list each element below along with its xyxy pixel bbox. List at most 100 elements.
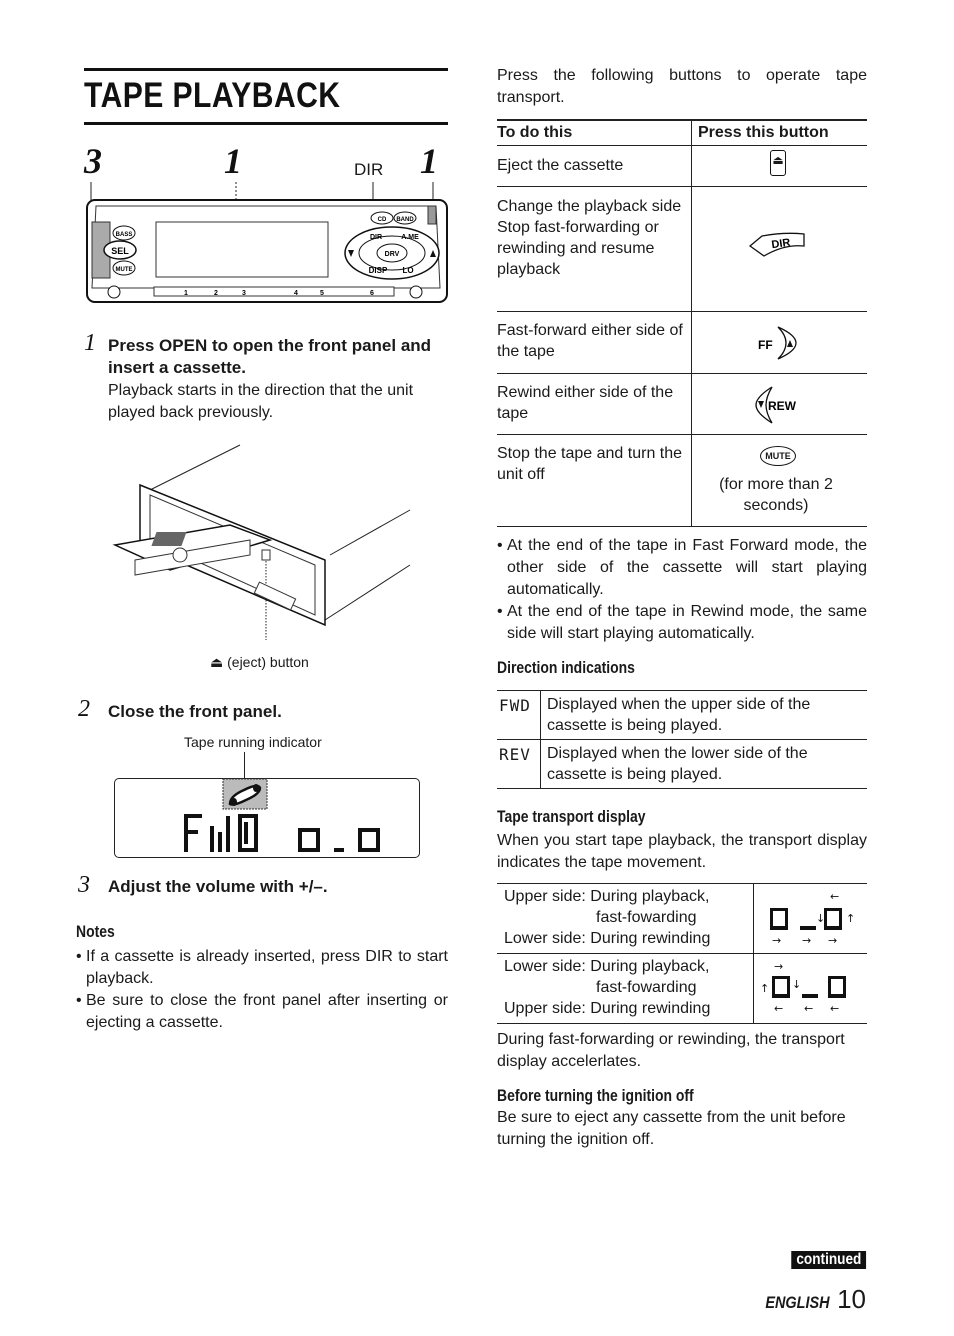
svg-text:BASS: BASS [116, 232, 133, 238]
side-label: Upper side: [504, 888, 586, 905]
svg-text:↓: ↓ [792, 978, 801, 991]
page-footer: ENGLISH 10 [754, 1284, 866, 1315]
title-rule-top [84, 68, 448, 71]
eject-icon: ⏏ [770, 150, 786, 176]
ignition-heading: Before turning the ignition off [497, 1086, 694, 1105]
mute-button-icon: MUTE [760, 446, 796, 466]
svg-text:→: → [772, 934, 781, 947]
rew-button-icon: REW [755, 386, 797, 424]
transport-intro: When you start tape playback, the transp… [497, 832, 867, 871]
op-row-mute-action: Stop the tape and turn the unit off [497, 445, 683, 483]
transport-reverse-icon: ← ← ← → ↑ ↓ [760, 960, 846, 1015]
svg-text:↑: ↑ [846, 912, 855, 925]
svg-text:FF: FF [758, 338, 773, 352]
svg-text:BAND: BAND [396, 217, 414, 223]
dir-button-icon: DIR [748, 232, 805, 257]
svg-text:5: 5 [320, 290, 324, 297]
svg-text:→: → [774, 960, 783, 973]
side-label: Lower side: [504, 930, 586, 947]
svg-text:↑: ↑ [760, 982, 769, 995]
direction-mid-rule [497, 739, 867, 740]
op-row-dir-action-2: Stop fast-forwarding or rewinding and re… [497, 219, 659, 278]
direction-bottom-rule [497, 788, 867, 789]
svg-text:A.ME: A.ME [401, 234, 419, 241]
direction-top-rule [497, 690, 867, 691]
note-item: If a cassette is already inserted, press… [76, 946, 448, 990]
front-panel-figure: 3 1 DIR 1 BASS SEL MUTE CD BAND DRV DIR [84, 140, 454, 310]
direction-code-fwd: FWD [499, 696, 531, 715]
notes-heading: Notes [76, 922, 115, 941]
svg-text:LO: LO [402, 266, 413, 275]
direction-heading: Direction indications [497, 658, 635, 677]
mode-label: During rewinding [590, 930, 711, 947]
transport-mid-rule [497, 953, 867, 954]
transport-heading: Tape transport display [497, 807, 646, 826]
page-title: TAPE PLAYBACK [84, 76, 341, 115]
title-rule-bottom [84, 122, 448, 125]
table-column-divider [691, 119, 692, 527]
svg-text:←: ← [804, 1002, 813, 1015]
svg-text:4: 4 [294, 290, 298, 297]
indicator-leader [244, 752, 245, 778]
svg-text:SEL: SEL [111, 246, 129, 256]
lcd-display-figure [114, 752, 420, 858]
side-label: Lower side: [504, 958, 586, 975]
table-header-rule [497, 145, 867, 146]
lcd-fwd-text [184, 814, 380, 852]
direction-desc-fwd: Displayed when the upper side of the cas… [547, 696, 811, 734]
row-rule [497, 311, 867, 312]
svg-text:↓: ↓ [816, 912, 825, 925]
transport-row-lower: Lower side: During playback, fast-foward… [504, 956, 749, 1019]
step-1-body: Playback starts in the direction that th… [108, 382, 414, 421]
transport-bottom-rule [497, 1023, 867, 1024]
continued-badge: continued [790, 1251, 866, 1269]
step-2-number: 2 [78, 696, 90, 722]
table-header-action: To do this [497, 124, 573, 141]
end-note-item: At the end of the tape in Rewind mode, t… [497, 601, 867, 645]
direction-code-rev: REV [499, 745, 531, 764]
mute-hold-note: (for more than 2 seconds) [719, 476, 833, 514]
side-label: Upper side: [504, 1000, 586, 1017]
svg-text:2: 2 [214, 290, 218, 297]
row-rule [497, 434, 867, 435]
op-row-dir-action: Change the playback side Stop fast-forwa… [497, 196, 687, 280]
notes-list: If a cassette is already inserted, press… [76, 946, 448, 1034]
direction-desc-rev: Displayed when the lower side of the cas… [547, 745, 808, 783]
svg-text:←: ← [774, 1002, 783, 1015]
tape-running-indicator-label: Tape running indicator [184, 734, 322, 750]
row-rule [497, 373, 867, 374]
svg-text:REW: REW [768, 399, 797, 413]
operations-intro: Press the following buttons to operate t… [497, 67, 867, 106]
mode-label-cont: fast-fowarding [596, 979, 697, 996]
table-header-button: Press this button [698, 124, 829, 141]
tape-running-indicator-icon [222, 778, 268, 810]
ignition-body: Be sure to eject any cassette from the u… [497, 1109, 846, 1148]
svg-text:1: 1 [184, 290, 188, 297]
svg-text:←: ← [830, 1002, 839, 1015]
op-row-dir-action-1: Change the playback side [497, 198, 682, 215]
op-row-rew-action: Rewind either side of the tape [497, 384, 674, 422]
transport-footer: During fast-forwarding or rewinding, the… [497, 1031, 845, 1070]
svg-text:→: → [828, 934, 837, 947]
front-panel-drawing: BASS SEL MUTE CD BAND DRV DIR A.ME DISP … [86, 182, 448, 303]
svg-text:DIR: DIR [771, 237, 791, 252]
svg-text:3: 3 [242, 290, 246, 297]
mode-label: During playback, [590, 888, 710, 905]
end-note-item: At the end of the tape in Fast Forward m… [497, 535, 867, 601]
ff-button-icon: FF [758, 326, 797, 360]
svg-text:→: → [802, 934, 811, 947]
row-rule [497, 186, 867, 187]
note-item: Be sure to close the front panel after i… [76, 990, 448, 1034]
step-2-heading: Close the front panel. [108, 702, 282, 721]
transport-forward-icon: → → → ← ↓ ↑ [770, 890, 855, 947]
table-top-rule [497, 119, 867, 121]
eject-button-caption: ⏏ (eject) button [210, 654, 309, 670]
page-number: 10 [837, 1284, 866, 1314]
end-of-tape-notes: At the end of the tape in Fast Forward m… [497, 535, 867, 645]
transport-row-upper: Upper side: During playback, fast-foward… [504, 886, 749, 949]
svg-text:DIR: DIR [370, 234, 382, 241]
step-1-heading: Press OPEN to open the front panel and i… [108, 336, 432, 377]
table-bottom-rule [497, 526, 867, 527]
transport-top-rule [497, 883, 867, 884]
mode-label: During playback, [590, 958, 710, 975]
